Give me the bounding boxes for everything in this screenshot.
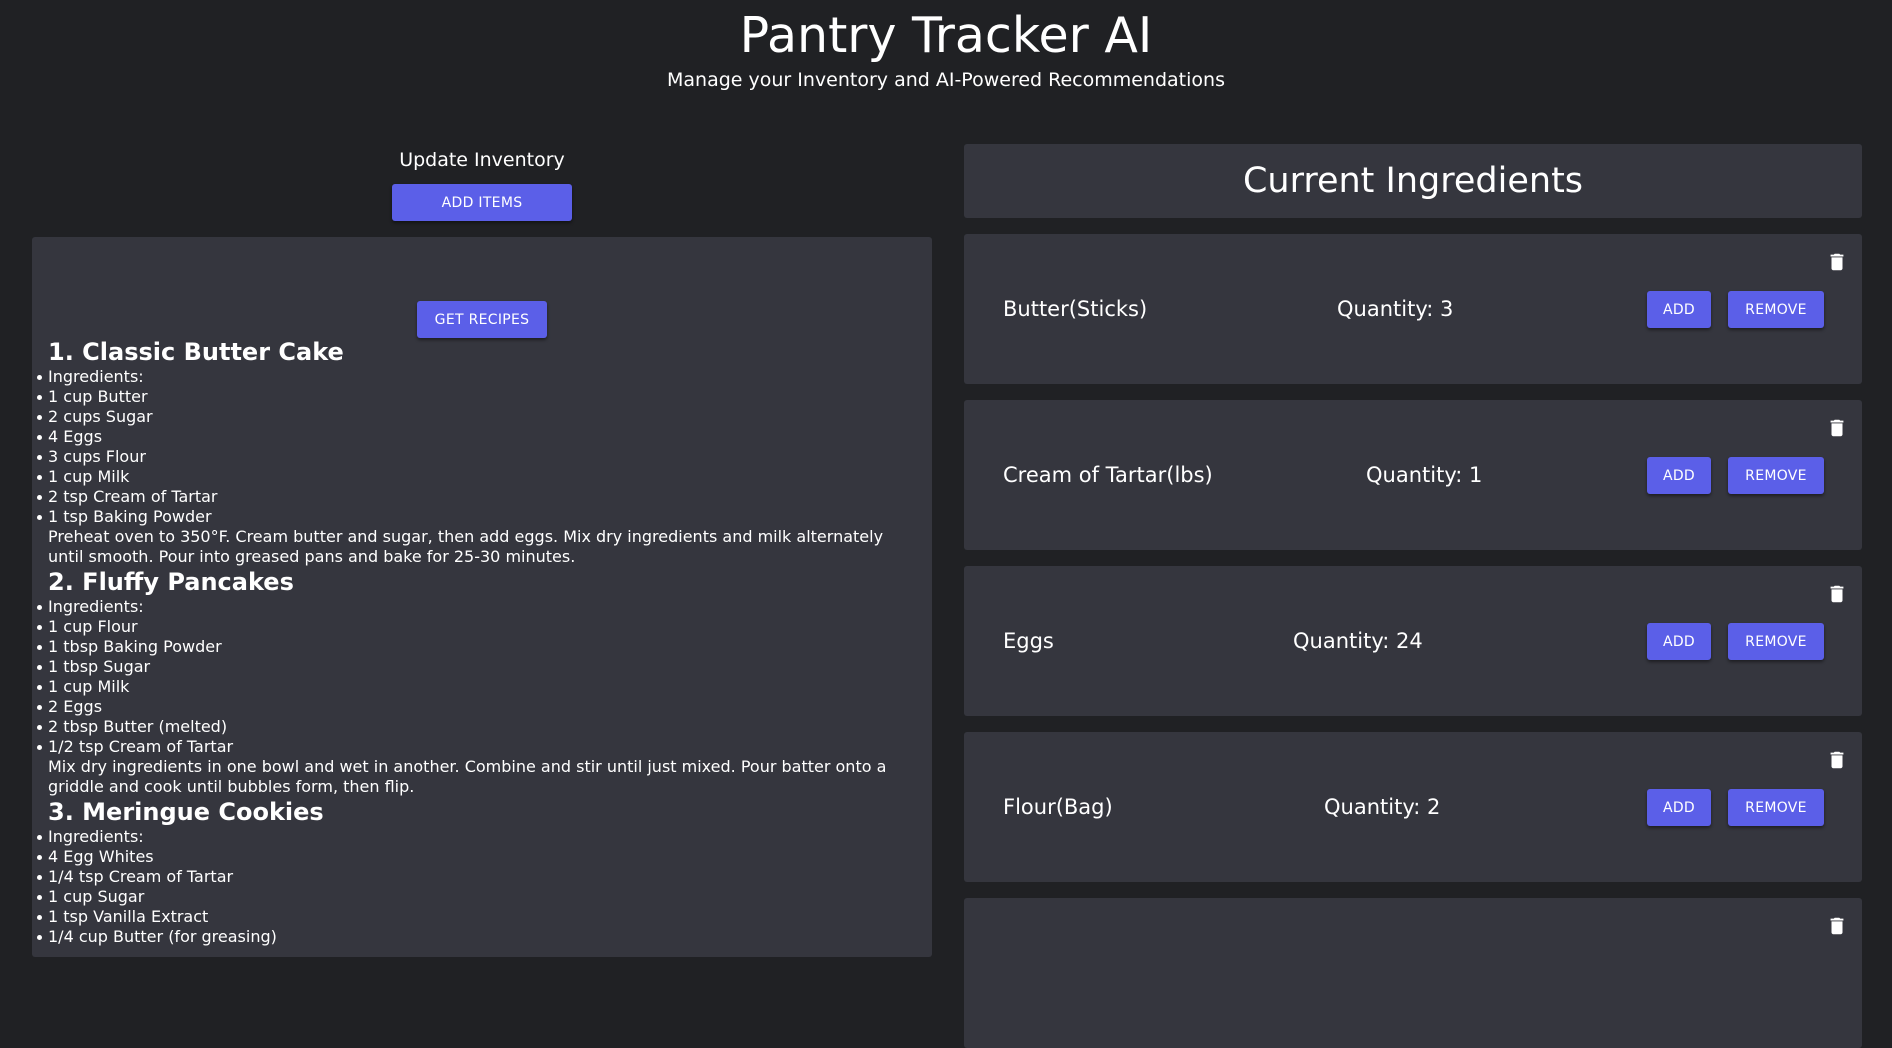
recipe-ingredient: 2 tbsp Butter (melted) (37, 717, 918, 737)
recipe-ingredient: 2 cups Sugar (37, 407, 918, 427)
trash-icon[interactable] (1826, 915, 1848, 937)
ingredient-name: Flour(Bag) (1003, 795, 1113, 819)
recipe-ingredient: 1 tbsp Baking Powder (37, 637, 918, 657)
recipe-ingredient: 4 Eggs (37, 427, 918, 447)
ingredient-name: Butter(Sticks) (1003, 297, 1148, 321)
recipe-ingredient: 1 cup Butter (37, 387, 918, 407)
recipe-ingredient: 1/4 cup Butter (for greasing) (37, 927, 918, 947)
trash-icon[interactable] (1826, 251, 1848, 273)
recipe-ingredient: 1 tbsp Sugar (37, 657, 918, 677)
recipe-instructions: Preheat oven to 350°F. Cream butter and … (48, 527, 884, 566)
recipe-panel: GET RECIPES 1. Classic Butter Cake Ingred… (32, 237, 932, 957)
recipe-ingredient: 1 tsp Baking Powder (37, 507, 918, 527)
remove-quantity-button[interactable]: REMOVE (1728, 457, 1824, 494)
recipe-ingredient: 4 Egg Whites (37, 847, 918, 867)
trash-icon[interactable] (1826, 417, 1848, 439)
add-items-button[interactable]: ADD ITEMS (392, 184, 572, 221)
ingredients-label: Ingredients: (37, 827, 918, 847)
recipe-ingredient: 2 tsp Cream of Tartar (37, 487, 918, 507)
add-quantity-button[interactable]: ADD (1647, 623, 1711, 660)
recipe-title: 1. Classic Butter Cake (48, 338, 344, 366)
page-title: Pantry Tracker AI (739, 7, 1153, 64)
ingredient-card: Butter(Sticks) Quantity: 3 ADD REMOVE (964, 234, 1862, 384)
trash-icon[interactable] (1826, 583, 1848, 605)
recipe-ingredient: 1 cup Flour (37, 617, 918, 637)
current-ingredients-title: Current Ingredients (1242, 161, 1584, 201)
ingredient-name: Cream of Tartar(lbs) (1003, 463, 1213, 487)
trash-icon[interactable] (1826, 749, 1848, 771)
ingredient-card: Flour(Bag) Quantity: 2 ADD REMOVE (964, 732, 1862, 882)
recipe-ingredient: 1 cup Sugar (37, 887, 918, 907)
ingredients-label: Ingredients: (37, 597, 918, 617)
ingredient-card: Cream of Tartar(lbs) Quantity: 1 ADD REMOVE (964, 400, 1862, 550)
ingredient-card: Eggs Quantity: 24 ADD REMOVE (964, 566, 1862, 716)
add-quantity-button[interactable]: ADD (1647, 457, 1711, 494)
ingredient-quantity: Quantity: 24 (1293, 629, 1423, 653)
recipe-ingredient-list: Ingredients: 4 Egg Whites 1/4 tsp Cream of… (37, 827, 918, 947)
page-subtitle: Manage your Inventory and AI-Powered Rec… (667, 69, 1225, 91)
ingredient-name: Eggs (1003, 629, 1054, 653)
remove-quantity-button[interactable]: REMOVE (1728, 291, 1824, 328)
current-ingredients-header: Current Ingredients (964, 144, 1862, 218)
ingredient-quantity: Quantity: 3 (1337, 297, 1454, 321)
ingredient-card (964, 898, 1862, 1048)
recipe-ingredient: 1 tsp Vanilla Extract (37, 907, 918, 927)
ingredient-quantity: Quantity: 1 (1366, 463, 1483, 487)
add-quantity-button[interactable]: ADD (1647, 789, 1711, 826)
recipe-ingredient-list: Ingredients: 1 cup Butter 2 cups Sugar 4 Eg… (37, 367, 918, 527)
ingredient-quantity: Quantity: 2 (1324, 795, 1441, 819)
ingredients-label: Ingredients: (37, 367, 918, 387)
recipe-ingredient: 1/2 tsp Cream of Tartar (37, 737, 918, 757)
recipe-title: 2. Fluffy Pancakes (48, 568, 294, 596)
add-quantity-button[interactable]: ADD (1647, 291, 1711, 328)
recipe-ingredient: 1 cup Milk (37, 677, 918, 697)
recipe-title: 3. Meringue Cookies (48, 798, 324, 826)
recipe-ingredient: 3 cups Flour (37, 447, 918, 467)
recipe-ingredient: 2 Eggs (37, 697, 918, 717)
update-inventory-heading: Update Inventory (399, 149, 565, 171)
recipe-ingredient-list: Ingredients: 1 cup Flour 1 tbsp Baking Pow… (37, 597, 918, 757)
get-recipes-button[interactable]: GET RECIPES (417, 301, 547, 338)
recipe-instructions: Mix dry ingredients in one bowl and wet … (48, 757, 887, 796)
recipe-list: 1. Classic Butter Cake Ingredients: 1 cup … (37, 337, 918, 947)
recipe-ingredient: 1 cup Milk (37, 467, 918, 487)
remove-quantity-button[interactable]: REMOVE (1728, 789, 1824, 826)
recipe-ingredient: 1/4 tsp Cream of Tartar (37, 867, 918, 887)
remove-quantity-button[interactable]: REMOVE (1728, 623, 1824, 660)
